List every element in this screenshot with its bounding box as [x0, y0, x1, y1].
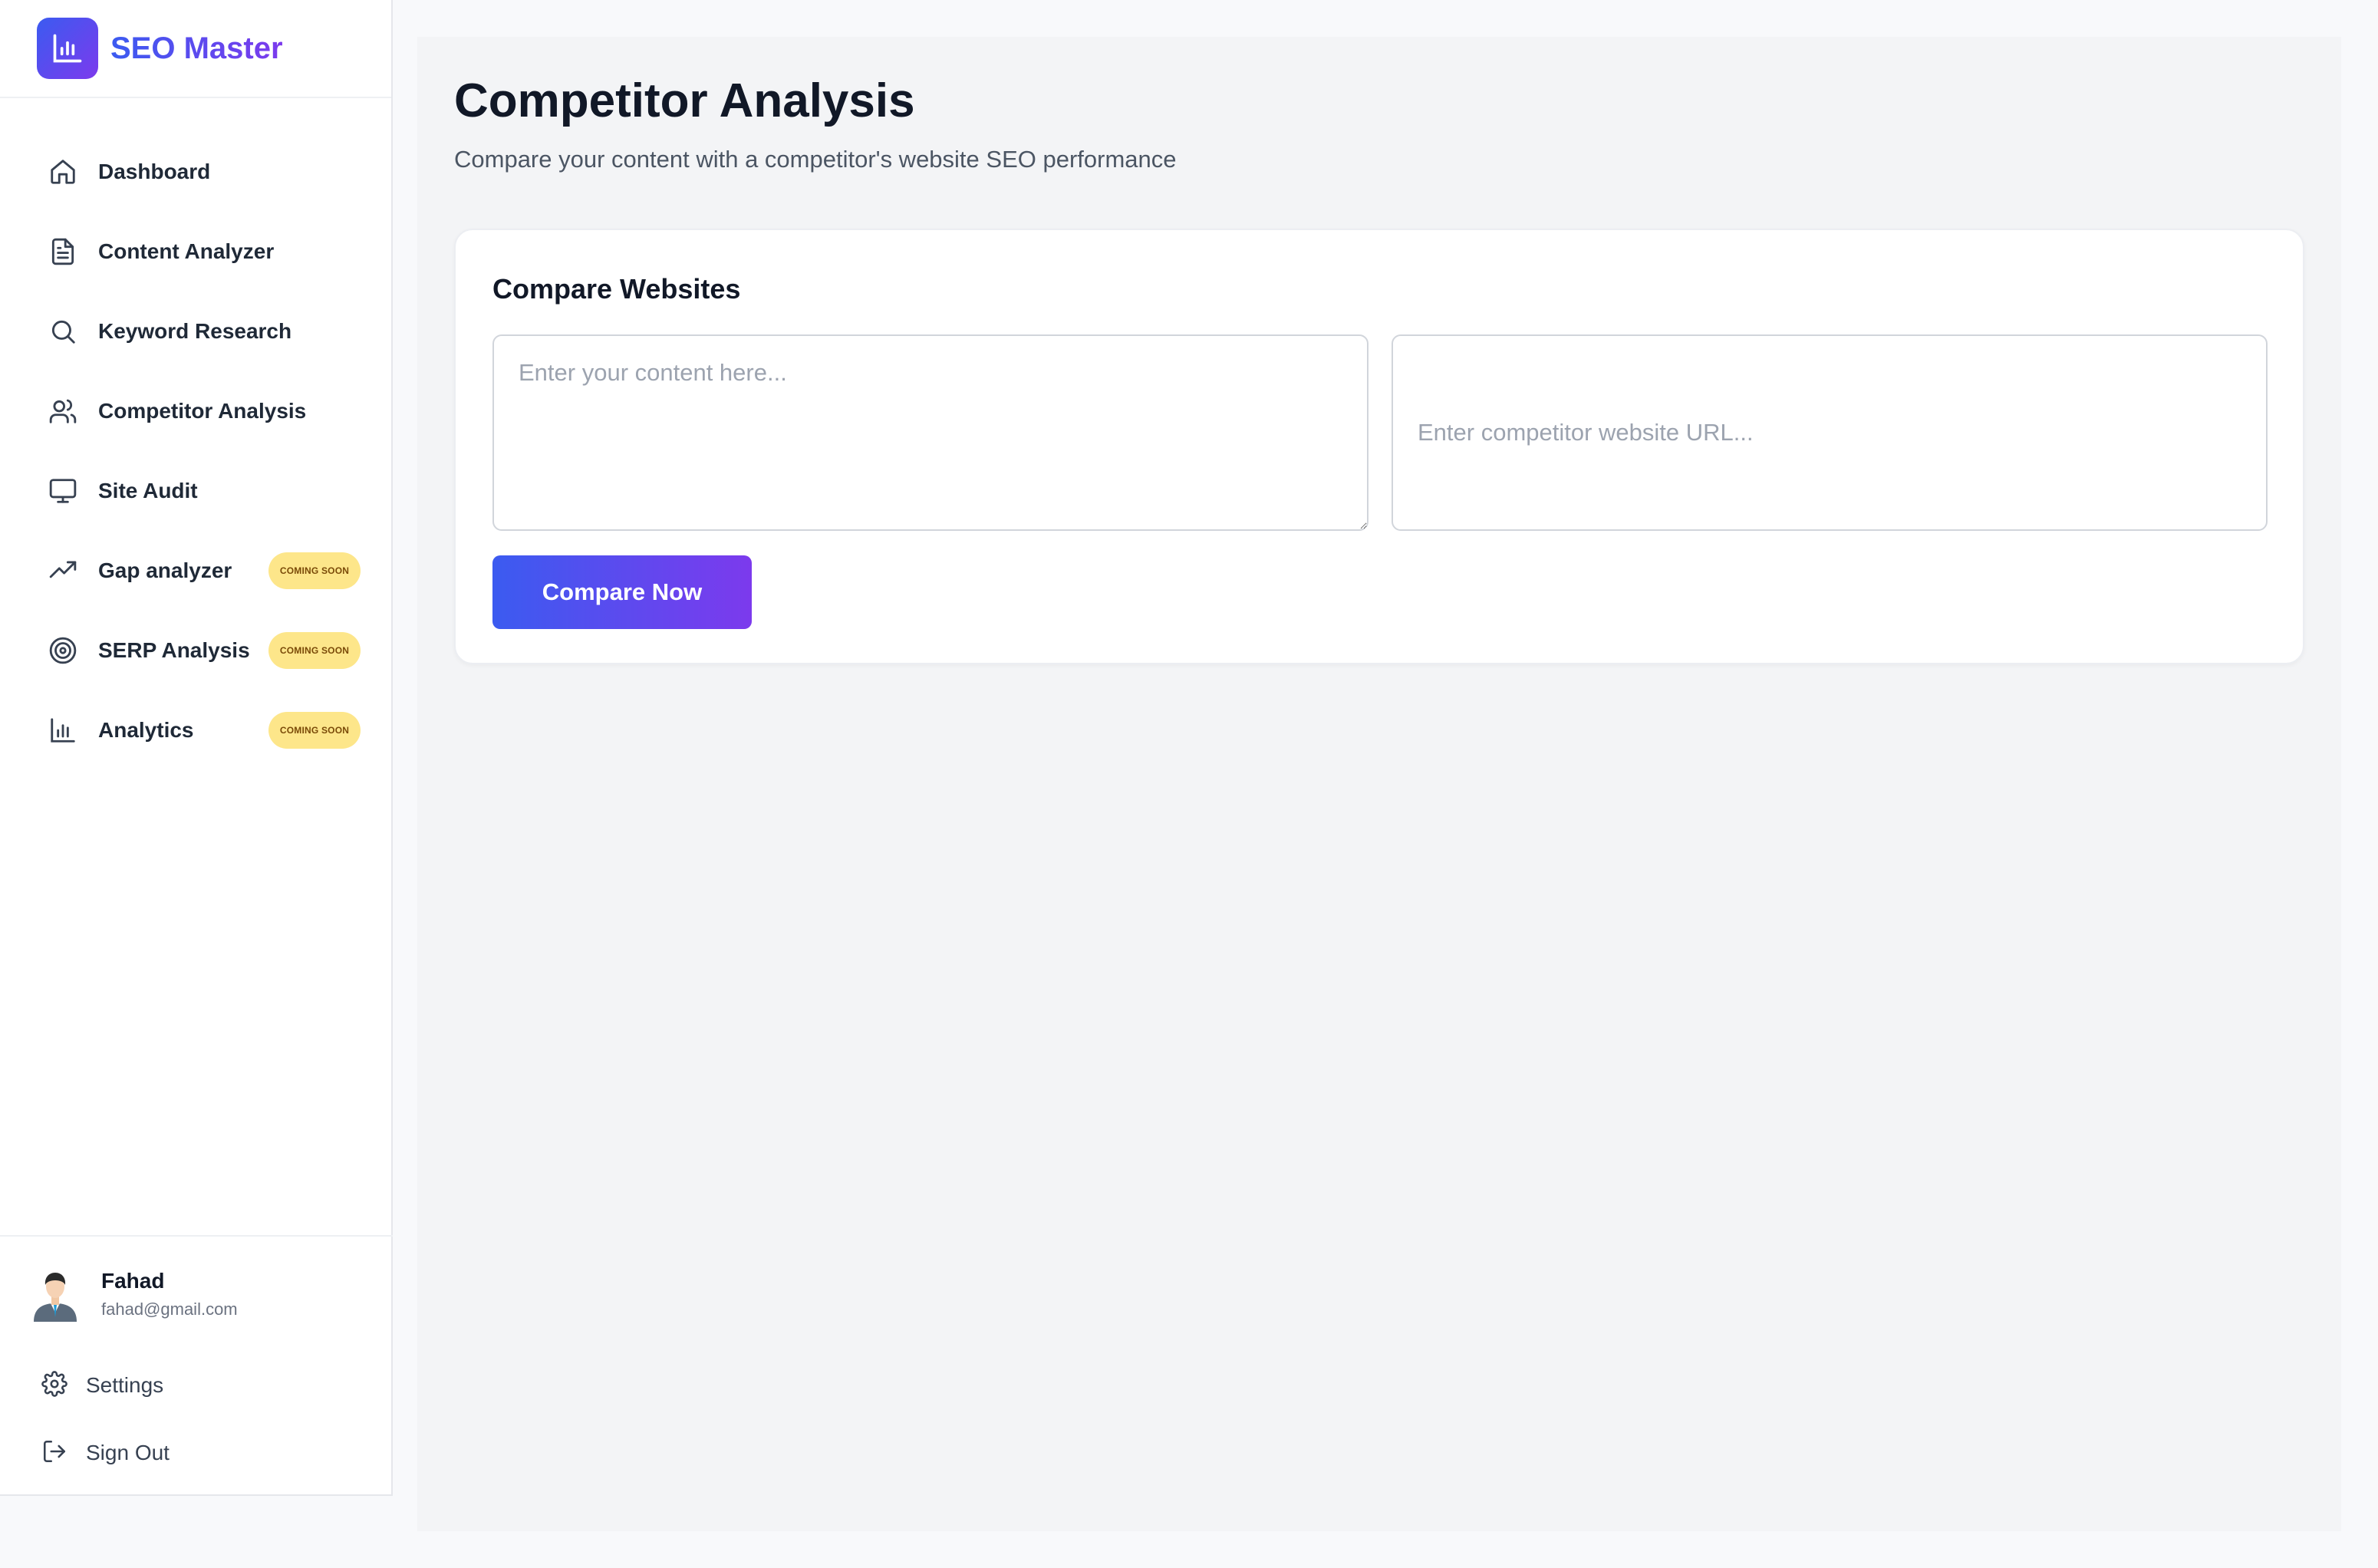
brand-header[interactable]: SEO Master: [0, 0, 391, 98]
competitor-url-input[interactable]: [1392, 334, 2268, 531]
sidebar: SEO Master Dashboard Content Analyzer Ke…: [0, 0, 393, 1496]
compare-card: Compare Websites Compare Now: [454, 229, 2304, 664]
sidebar-item-label: Dashboard: [98, 160, 211, 183]
card-title: Compare Websites: [492, 273, 741, 305]
search-icon: [48, 316, 78, 347]
monitor-icon: [48, 476, 78, 506]
coming-soon-badge: COMING SOON: [268, 632, 361, 669]
target-icon: [48, 635, 78, 666]
sidebar-item-label: Analytics: [98, 718, 194, 742]
gear-icon: [41, 1370, 68, 1401]
sidebar-item-content-analyzer[interactable]: Content Analyzer: [0, 212, 393, 292]
page-subtitle: Compare your content with a competitor's…: [454, 146, 1177, 173]
home-icon: [48, 156, 78, 187]
coming-soon-badge: COMING SOON: [268, 712, 361, 749]
log-out-icon: [41, 1438, 68, 1468]
sidebar-item-label: Competitor Analysis: [98, 399, 307, 423]
file-text-icon: [48, 236, 78, 267]
sidebar-item-label: SERP Analysis: [98, 638, 250, 662]
sign-out-link[interactable]: Sign Out: [0, 1419, 393, 1487]
sidebar-item-label: Gap analyzer: [98, 558, 232, 582]
sign-out-label: Sign Out: [86, 1441, 170, 1464]
main-content: Competitor Analysis Compare your content…: [417, 37, 2341, 1531]
compare-now-button[interactable]: Compare Now: [492, 555, 752, 629]
sidebar-item-label: Content Analyzer: [98, 239, 275, 263]
sidebar-item-keyword-research[interactable]: Keyword Research: [0, 292, 393, 371]
settings-label: Settings: [86, 1373, 164, 1397]
sidebar-item-gap-analyzer[interactable]: Gap analyzer COMING SOON: [0, 531, 393, 611]
bar-chart-icon: [48, 715, 78, 746]
sidebar-item-label: Keyword Research: [98, 319, 292, 343]
sidebar-item-analytics[interactable]: Analytics COMING SOON: [0, 690, 393, 770]
sidebar-item-dashboard[interactable]: Dashboard: [0, 132, 393, 212]
user-email: fahad@gmail.com: [101, 1300, 238, 1319]
bar-chart-icon: [37, 18, 98, 79]
brand-name: SEO Master: [110, 31, 283, 65]
user-section: Fahad fahad@gmail.com Settings Sign Out: [0, 1235, 393, 1487]
sidebar-item-serp-analysis[interactable]: SERP Analysis COMING SOON: [0, 611, 393, 690]
page-title: Competitor Analysis: [454, 74, 915, 127]
sidebar-item-label: Site Audit: [98, 479, 198, 502]
coming-soon-badge: COMING SOON: [268, 552, 361, 589]
user-profile[interactable]: Fahad fahad@gmail.com: [0, 1237, 393, 1352]
avatar: [31, 1267, 80, 1322]
content-textarea[interactable]: [492, 334, 1369, 531]
user-name: Fahad: [101, 1269, 165, 1293]
sidebar-item-site-audit[interactable]: Site Audit: [0, 451, 393, 531]
settings-link[interactable]: Settings: [0, 1352, 393, 1419]
trending-up-icon: [48, 555, 78, 586]
users-icon: [48, 396, 78, 427]
sidebar-nav: Dashboard Content Analyzer Keyword Resea…: [0, 132, 393, 770]
sidebar-item-competitor-analysis[interactable]: Competitor Analysis: [0, 371, 393, 451]
